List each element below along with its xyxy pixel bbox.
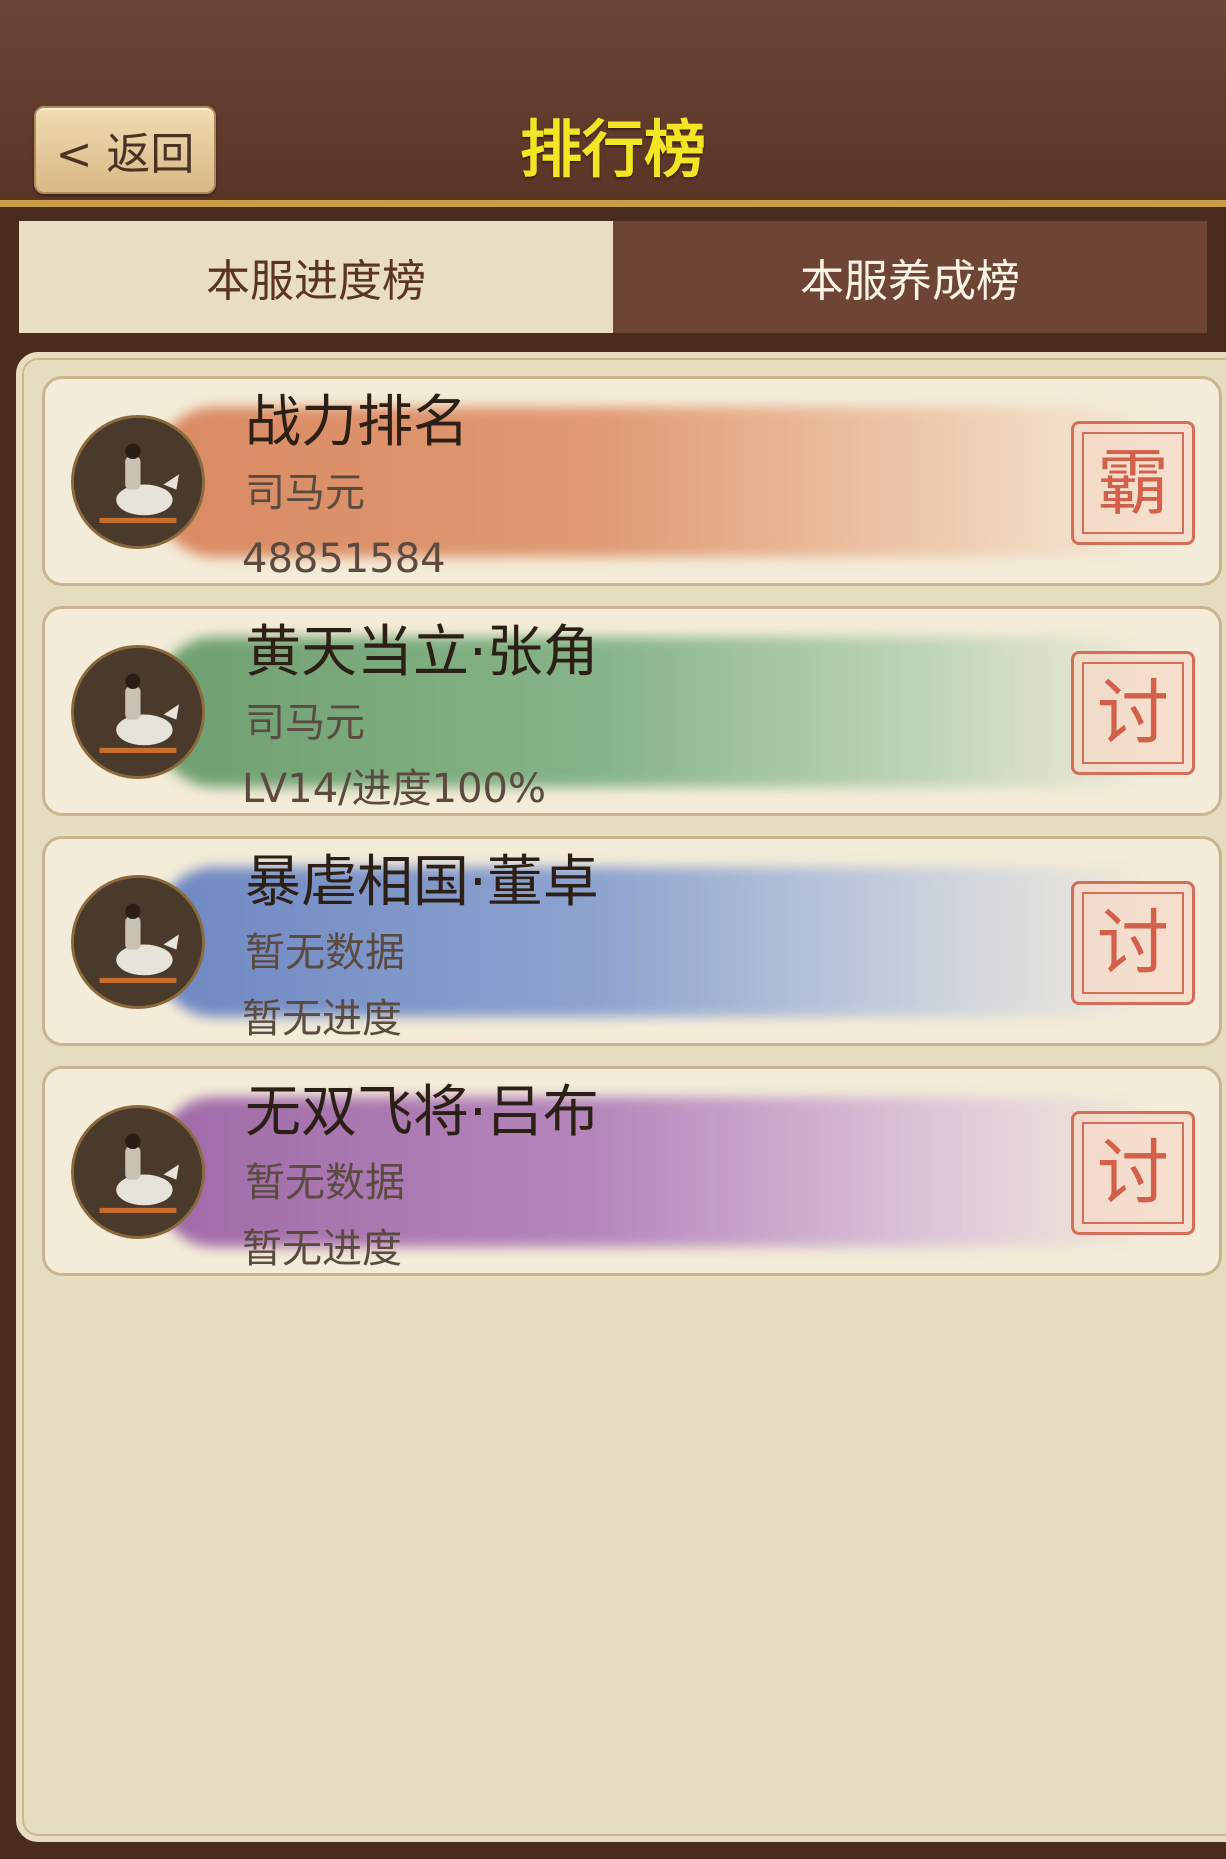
card-title: 暴虐相国·董卓 [245, 850, 599, 915]
general-avatar [71, 645, 205, 779]
card-player-name: 暂无数据 [245, 1160, 405, 1206]
general-avatar [71, 415, 205, 549]
general-avatar [71, 875, 205, 1009]
card-info: LV14/进度100% [242, 766, 546, 812]
card-title: 无双飞将·吕布 [245, 1080, 599, 1145]
ranking-card-zhangjiao[interactable]: 黄天当立·张角 司马元 LV14/进度100% 讨 [42, 606, 1222, 816]
tab-bar: 本服进度榜 本服养成榜 [19, 221, 1207, 333]
card-info: 48851584 [242, 536, 446, 582]
card-title: 战力排名 [245, 390, 469, 455]
horse-rider-icon [74, 648, 202, 776]
ranking-card-lubu[interactable]: 无双飞将·吕布 暂无数据 暂无进度 讨 [42, 1066, 1222, 1276]
tab-server-growth[interactable]: 本服养成榜 [613, 221, 1207, 333]
stamp-label: 讨 [1082, 892, 1184, 994]
header-divider [0, 200, 1226, 207]
card-player-name: 司马元 [245, 700, 365, 746]
card-player-name: 暂无数据 [245, 930, 405, 976]
horse-rider-icon [74, 418, 202, 546]
card-info: 暂无进度 [242, 1226, 402, 1272]
stamp-button[interactable]: 讨 [1071, 1111, 1195, 1235]
stamp-label: 讨 [1082, 1122, 1184, 1224]
horse-rider-icon [74, 878, 202, 1006]
stamp-button[interactable]: 霸 [1071, 421, 1195, 545]
stamp-button[interactable]: 讨 [1071, 651, 1195, 775]
stamp-label: 霸 [1082, 432, 1184, 534]
stamp-button[interactable]: 讨 [1071, 881, 1195, 1005]
horse-rider-icon [74, 1108, 202, 1236]
stamp-label: 讨 [1082, 662, 1184, 764]
page-title: 排行榜 [519, 113, 706, 186]
card-player-name: 司马元 [245, 470, 365, 516]
ranking-card-power[interactable]: 战力排名 司马元 48851584 霸 [42, 376, 1222, 586]
card-info: 暂无进度 [242, 996, 402, 1042]
general-avatar [71, 1105, 205, 1239]
ranking-card-dongzhuo[interactable]: 暴虐相国·董卓 暂无数据 暂无进度 讨 [42, 836, 1222, 1046]
card-title: 黄天当立·张角 [245, 620, 599, 685]
tab-server-progress[interactable]: 本服进度榜 [19, 221, 613, 333]
